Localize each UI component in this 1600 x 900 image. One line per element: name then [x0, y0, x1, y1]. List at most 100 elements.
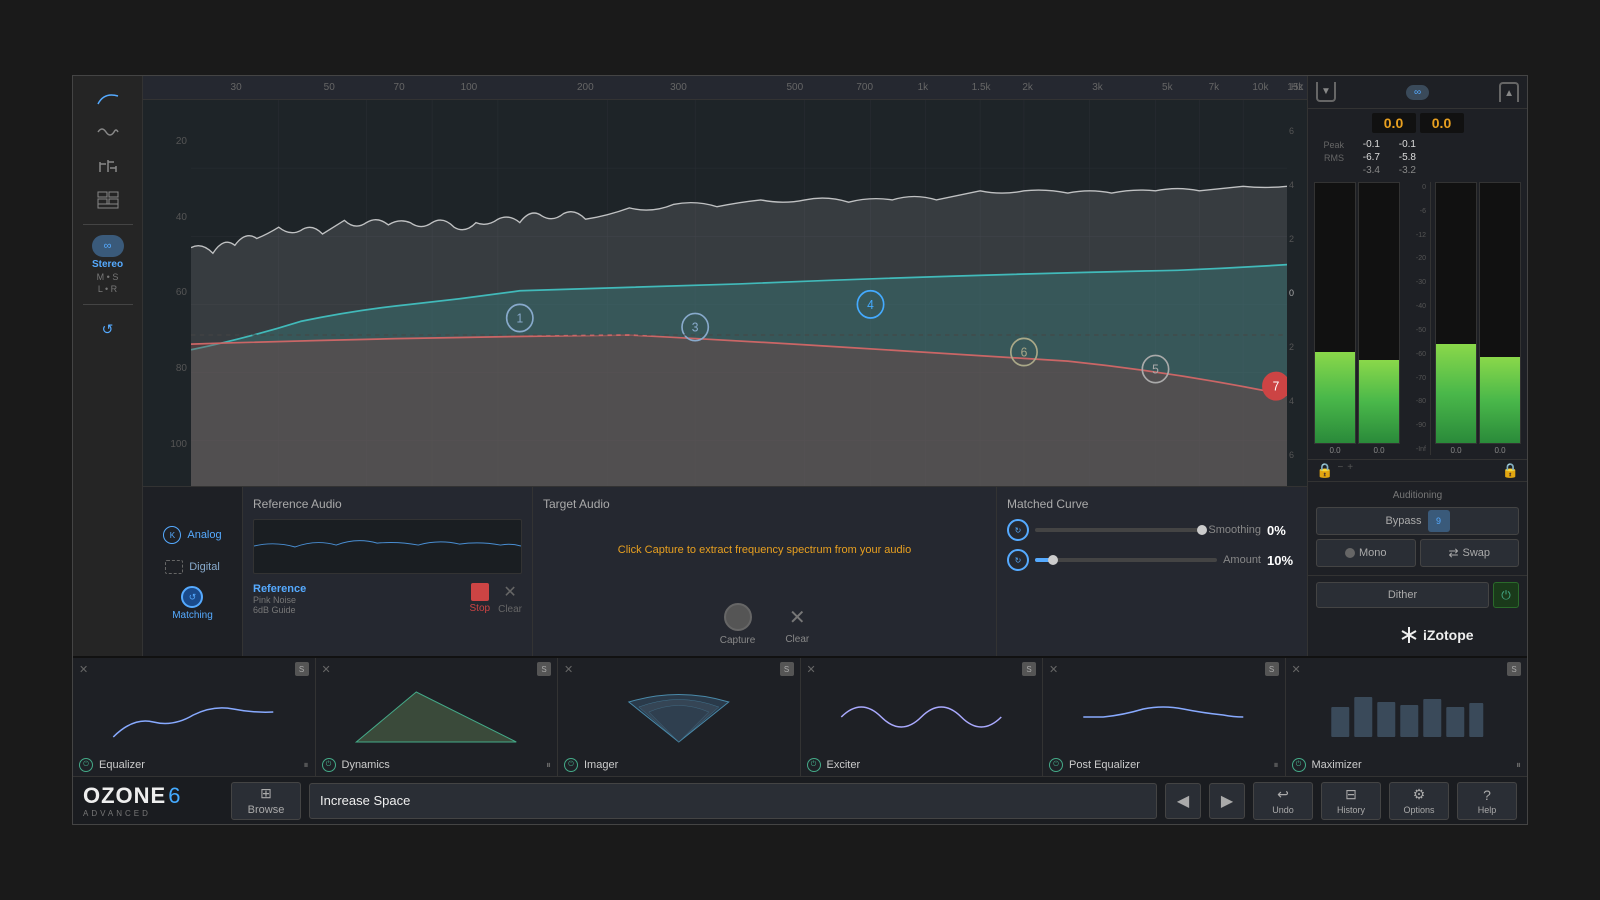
imager-footer: ⏻ Imager	[564, 758, 794, 772]
stereo-icon[interactable]: ∞	[92, 235, 124, 257]
bypass-num: 9	[1428, 510, 1450, 532]
dynamics-power-btn[interactable]: ⏻	[322, 758, 336, 772]
equalizer-pause-btn[interactable]: ⏸	[304, 760, 309, 771]
maximizer-close-icon[interactable]: ✕	[1292, 663, 1301, 676]
browse-button[interactable]: ⊞ Browse	[231, 782, 301, 820]
mono-button[interactable]: Mono	[1316, 539, 1416, 567]
imager-display	[587, 687, 771, 747]
module-maximizer[interactable]: ✕ S ⏻ Maximizer ⏸	[1286, 658, 1528, 776]
maximizer-s-btn[interactable]: S	[1507, 662, 1521, 676]
preset-input[interactable]	[309, 783, 1157, 819]
module-imager[interactable]: ✕ S ⏻ Imager	[558, 658, 801, 776]
freq-300: 300	[670, 82, 687, 93]
undo-button[interactable]: ↩ Undo	[1253, 782, 1313, 820]
imager-s-btn[interactable]: S	[780, 662, 794, 676]
equalizer-display	[90, 687, 297, 747]
options-button[interactable]: ⚙ Options	[1389, 782, 1449, 820]
dynamics-s-btn[interactable]: S	[537, 662, 551, 676]
equalizer-close-icon[interactable]: ✕	[79, 663, 88, 676]
eq-node-4[interactable]: 4	[867, 298, 874, 312]
target-clear-button[interactable]: ✕ Clear	[785, 605, 809, 645]
exciter-close-icon[interactable]: ✕	[807, 663, 816, 676]
lock-left-icon[interactable]: 🔒	[1316, 462, 1333, 479]
post-eq-s-btn[interactable]: S	[1265, 662, 1279, 676]
output-l-val: -3.4	[1348, 165, 1380, 176]
post-eq-close-icon[interactable]: ✕	[1049, 663, 1058, 676]
swap-button[interactable]: ⇄ Swap	[1420, 539, 1520, 567]
bottom-bar: OZONE 6 ADVANCED ⊞ Browse ◀ ▶ ↩ Undo ⊟ H…	[73, 776, 1527, 824]
sidebar-icon-eq[interactable]	[90, 152, 126, 180]
imager-power-btn[interactable]: ⏻	[564, 758, 578, 772]
db-labels-right: 6 4 2 0 2 4 6	[1287, 100, 1307, 486]
maximizer-header: ✕ S	[1292, 662, 1522, 676]
bypass-button[interactable]: Bypass 9	[1316, 507, 1519, 535]
dynamics-display	[333, 687, 540, 747]
history-button[interactable]: ⊟ History	[1321, 782, 1381, 820]
dither-power-button[interactable]: ⏻	[1493, 582, 1519, 608]
exciter-s-btn[interactable]: S	[1022, 662, 1036, 676]
bypass-label: Bypass	[1385, 515, 1421, 527]
lock-row: 🔒 − + 🔒	[1308, 459, 1527, 481]
dither-button[interactable]: Dither	[1316, 582, 1489, 608]
eq-node-6[interactable]: 6	[1021, 345, 1028, 359]
maximizer-footer: ⏻ Maximizer ⏸	[1292, 758, 1522, 772]
module-exciter[interactable]: ✕ S ⏻ Exciter	[801, 658, 1044, 776]
db-n30: -30	[1404, 279, 1426, 286]
capture-button[interactable]: Capture	[720, 603, 756, 646]
dynamics-close-icon[interactable]: ✕	[322, 663, 331, 676]
down-arrow-icon[interactable]: ▼	[1316, 82, 1336, 102]
output-mode-btn[interactable]: ∞	[1406, 85, 1429, 100]
minus-btn[interactable]: −	[1337, 462, 1343, 479]
eq-node-5[interactable]: 5	[1152, 362, 1159, 376]
stop-button[interactable]: Stop	[470, 583, 491, 614]
eq-node-1[interactable]: 1	[516, 311, 523, 325]
post-eq-power-btn[interactable]: ⏻	[1049, 758, 1063, 772]
amount-knob[interactable]: ↻	[1007, 549, 1029, 571]
next-preset-button[interactable]: ▶	[1209, 783, 1245, 819]
lock-right-icon[interactable]: 🔒	[1502, 462, 1519, 479]
sidebar-icon-curve[interactable]	[90, 84, 126, 112]
equalizer-name-label: Equalizer	[99, 759, 298, 771]
digital-btn[interactable]: Digital	[159, 556, 226, 578]
right-lock-controls: 🔒	[1502, 462, 1519, 479]
db-n12: -12	[1404, 232, 1426, 239]
exciter-power-btn[interactable]: ⏻	[807, 758, 821, 772]
capture-label: Capture	[720, 635, 756, 646]
ref-clear-button[interactable]: ✕ Clear	[498, 582, 522, 615]
left-sidebar: ∞ Stereo M • S L • R ↺	[73, 76, 143, 656]
module-dynamics[interactable]: ✕ S ⏻ Dynamics ⏸	[316, 658, 559, 776]
equalizer-s-btn[interactable]: S	[295, 662, 309, 676]
prev-preset-button[interactable]: ◀	[1165, 783, 1201, 819]
analog-btn[interactable]: K Analog	[157, 522, 227, 548]
vu-val-r2: 0.0	[1479, 446, 1521, 455]
sidebar-icon-wave[interactable]	[90, 118, 126, 146]
freq-1k5: 1.5k	[972, 82, 991, 93]
eq-node-3[interactable]: 3	[692, 320, 699, 334]
up-arrow-icon[interactable]: ▲	[1499, 82, 1519, 102]
smoothing-knob[interactable]: ↻	[1007, 519, 1029, 541]
smoothing-slider[interactable]	[1035, 528, 1202, 532]
amount-slider[interactable]	[1035, 558, 1217, 562]
equalizer-footer: ⏻ Equalizer ⏸	[79, 758, 309, 772]
module-post-equalizer[interactable]: ✕ S ⏻ Post Equalizer ⏸	[1043, 658, 1286, 776]
plus-btn[interactable]: +	[1347, 462, 1353, 479]
stop-square	[471, 583, 489, 601]
channel-selector: K Analog Digital ↺ Matching	[143, 487, 243, 656]
rms-row: RMS -6.7 -5.8	[1316, 152, 1519, 163]
maximizer-pause-btn[interactable]: ⏸	[1516, 760, 1521, 771]
module-equalizer[interactable]: ✕ S ⏻ Equalizer ⏸	[73, 658, 316, 776]
options-label: Options	[1403, 805, 1434, 815]
output-left-val: 0.0	[1372, 113, 1416, 133]
equalizer-power-btn[interactable]: ⏻	[79, 758, 93, 772]
dynamics-pause-btn[interactable]: ⏸	[546, 760, 551, 771]
maximizer-power-btn[interactable]: ⏻	[1292, 758, 1306, 772]
sidebar-icon-grid[interactable]	[90, 186, 126, 214]
post-eq-pause-btn[interactable]: ⏸	[1274, 760, 1279, 771]
vu-fill-l2	[1359, 360, 1399, 443]
help-button[interactable]: ? Help	[1457, 782, 1517, 820]
freq-500: 500	[786, 82, 803, 93]
imager-close-icon[interactable]: ✕	[564, 663, 573, 676]
eq-node-7[interactable]: 7	[1273, 379, 1280, 393]
sidebar-icon-refresh[interactable]: ↺	[90, 315, 126, 343]
matching-btn[interactable]: ↺ Matching	[172, 586, 213, 621]
